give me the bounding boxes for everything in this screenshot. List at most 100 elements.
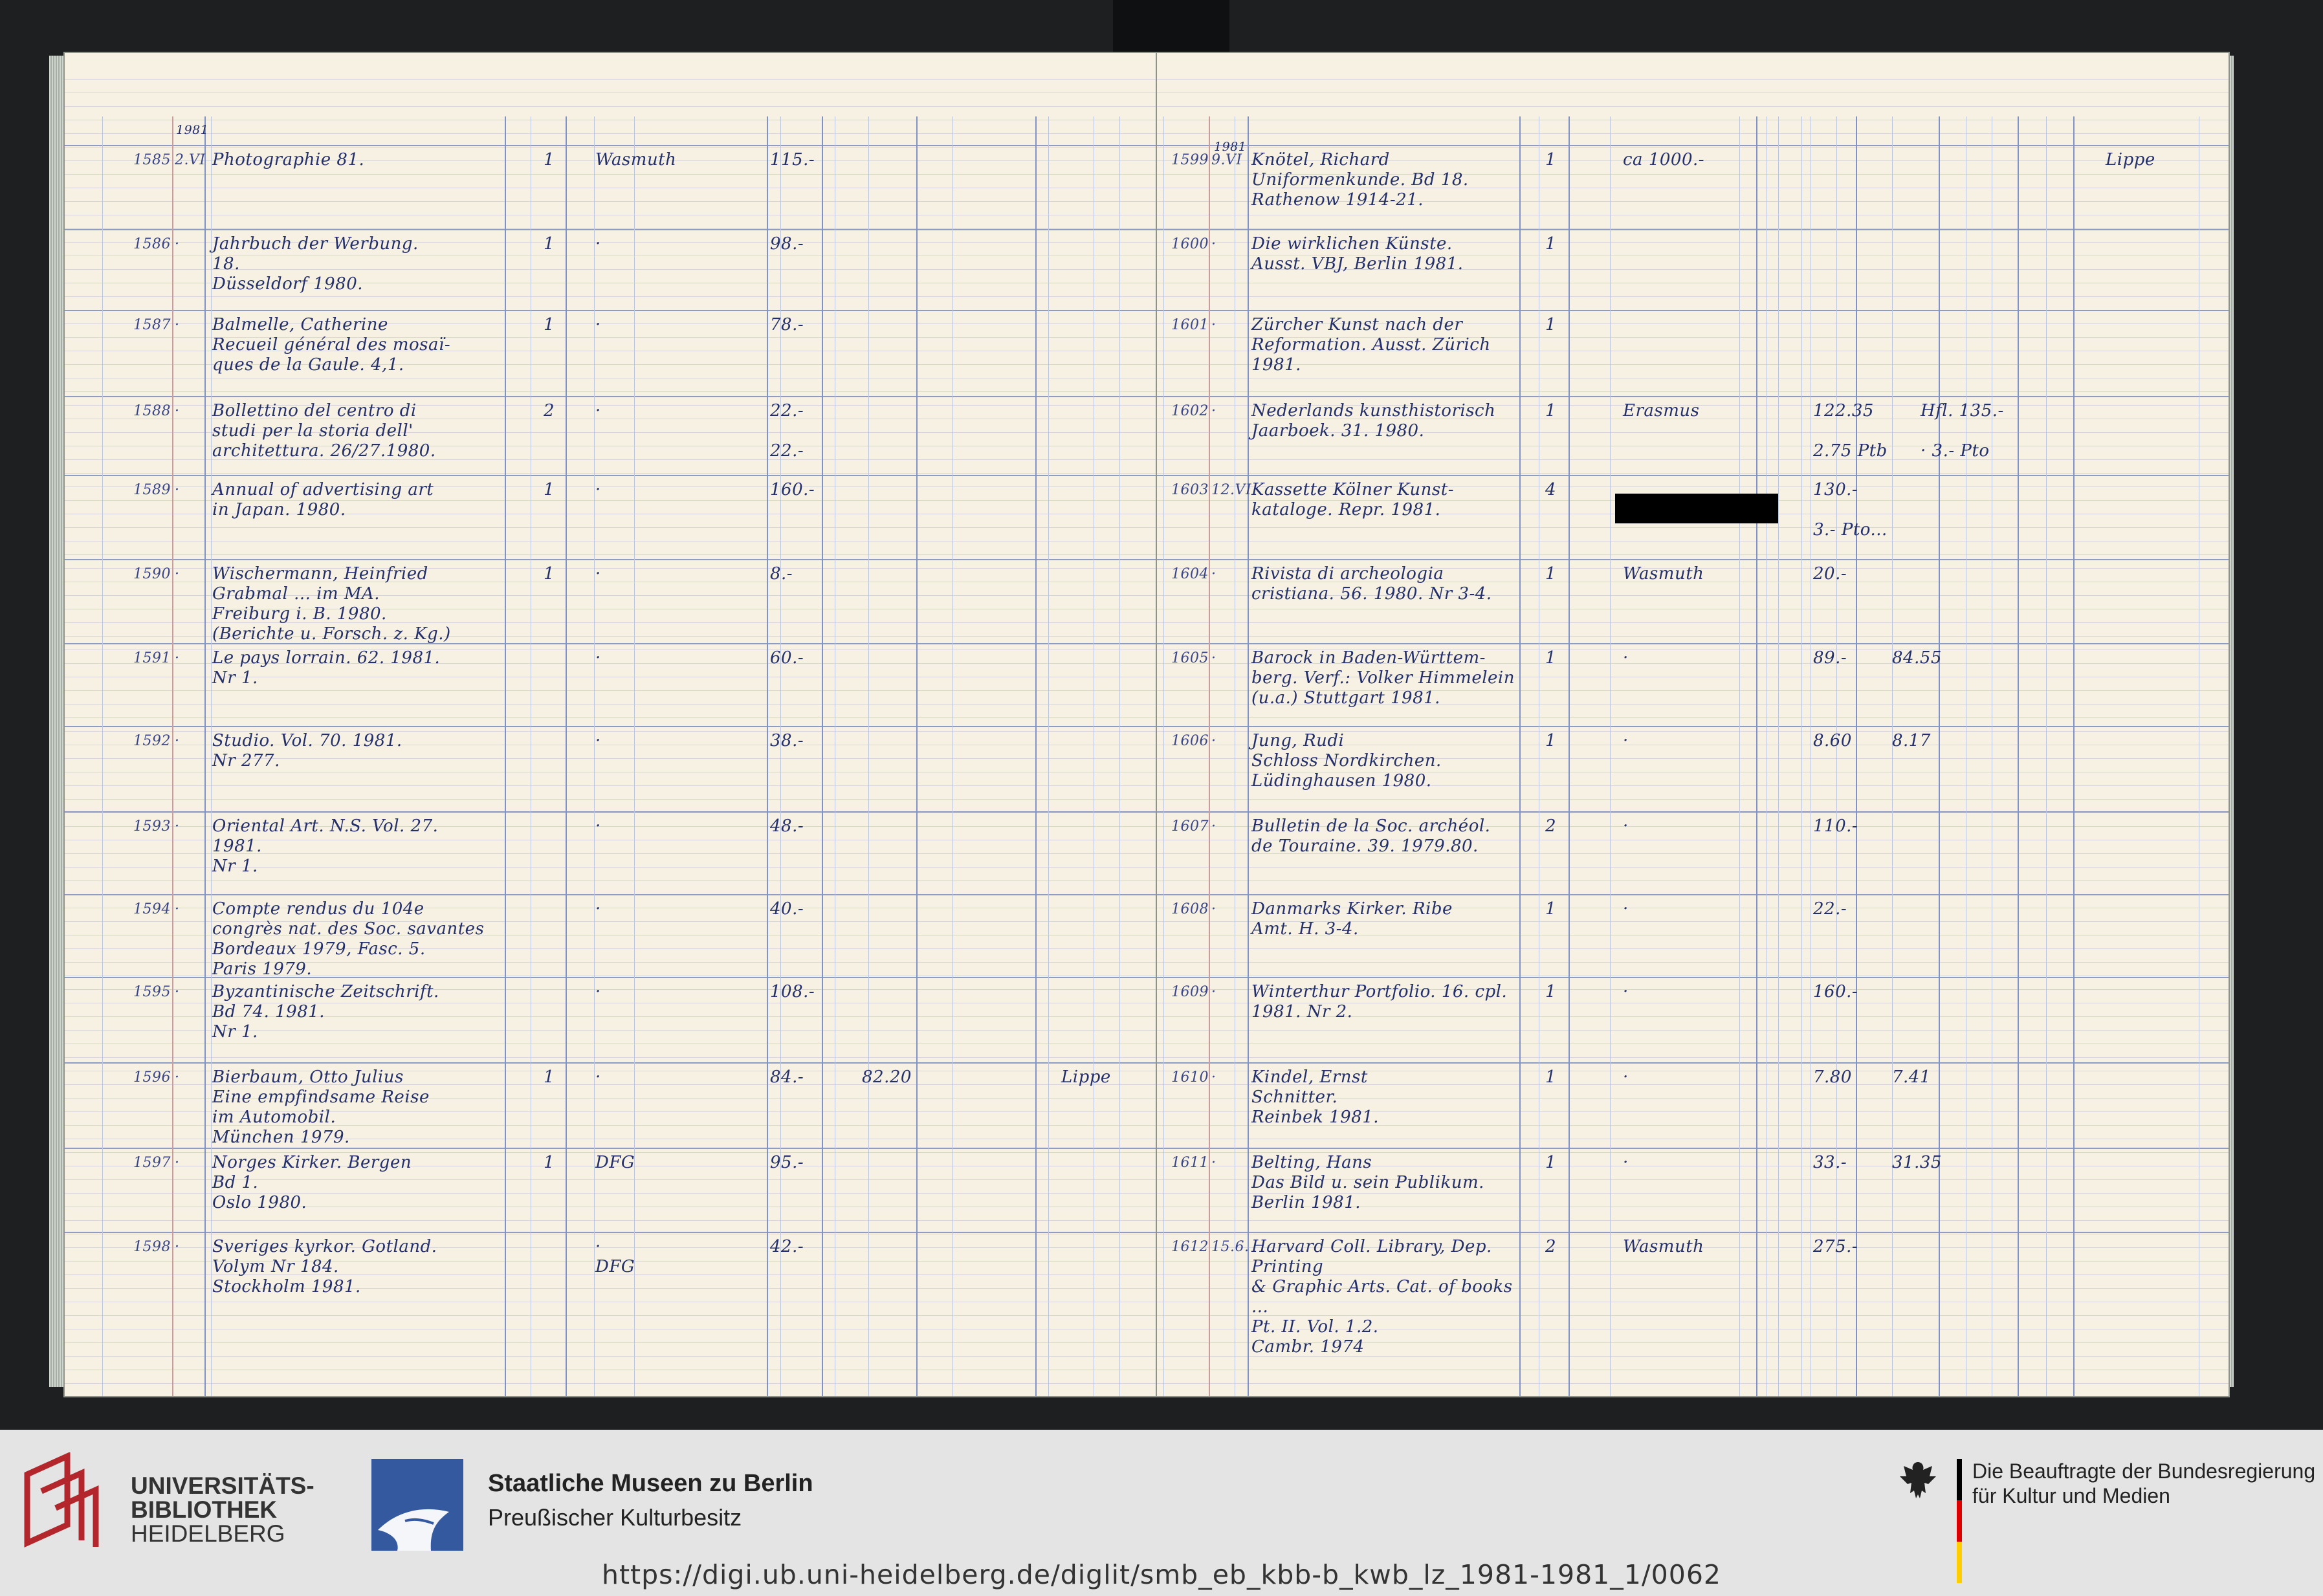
ruled-line xyxy=(1157,473,2229,474)
entry-no: 1601 xyxy=(1171,317,1209,333)
entry-price: 108.- xyxy=(770,982,815,1001)
entry-qty: 1 xyxy=(1545,315,1557,334)
entry-date: · xyxy=(1211,1155,1217,1171)
year-header: 1981 xyxy=(176,123,209,137)
column-rule xyxy=(868,116,869,1396)
ruled-line xyxy=(1157,1220,2229,1221)
entry-separator xyxy=(65,1062,1156,1064)
entry-separator xyxy=(1157,1232,2229,1233)
entry-date: · xyxy=(175,650,180,666)
entry-text: Winterthur Portfolio. 16. cpl. 1981. Nr … xyxy=(1251,982,1508,1022)
entry-text: Jung, Rudi Schloss Nordkirchen. Lüdingha… xyxy=(1251,731,1442,791)
entry-text: Byzantinische Zeitschrift. Bd 74. 1981. … xyxy=(212,982,439,1042)
entry-no: 1593 xyxy=(133,818,171,835)
entry-qty: 1 xyxy=(1545,899,1557,919)
entry-date: · xyxy=(175,1239,180,1255)
entry-date: · xyxy=(175,733,180,749)
ruled-line xyxy=(65,296,1156,297)
entry-price: 115.- xyxy=(770,150,815,169)
entry-date: 9.VI xyxy=(1211,152,1242,168)
entry-text: Sveriges kyrkor. Gotland. Volym Nr 184. … xyxy=(212,1237,437,1296)
entry-price: 48.- xyxy=(770,816,804,836)
ruled-line xyxy=(65,174,1156,175)
ruled-line xyxy=(1157,147,2229,148)
smb-title: Staatliche Museen zu Berlin xyxy=(488,1470,813,1497)
entry-date: · xyxy=(1211,984,1217,1000)
entry-note: Hfl. 135.- · 3.- Pto xyxy=(1921,401,2004,461)
entry-text: Nederlands kunsthistorisch Jaarboek. 31.… xyxy=(1251,401,1496,441)
source-url[interactable]: https://digi.ub.uni-heidelberg.de/diglit… xyxy=(0,1559,2323,1590)
entry-dealer: Wasmuth xyxy=(1623,564,1704,584)
column-rule xyxy=(102,116,103,1396)
ruled-line xyxy=(1157,106,2229,107)
entry-no: 1596 xyxy=(133,1069,171,1086)
ub-line-1: UNIVERSITÄTS- xyxy=(131,1472,314,1499)
entry-text: Kindel, Ernst Schnitter. Reinbek 1981. xyxy=(1251,1067,1380,1127)
entry-text: Bierbaum, Otto Julius Eine empfindsame R… xyxy=(212,1067,430,1147)
ruled-line xyxy=(1157,880,2229,881)
ruled-line xyxy=(1157,622,2229,623)
ruled-line xyxy=(1157,799,2229,800)
smb-logo-icon xyxy=(371,1459,463,1551)
entry-dealer: · xyxy=(1623,1153,1629,1172)
entry-separator xyxy=(1157,310,2229,311)
column-rule xyxy=(1856,116,1857,1396)
entry-dealer: · xyxy=(595,982,601,1001)
entry-date: · xyxy=(1211,317,1217,333)
entry-date: · xyxy=(1211,901,1217,917)
entry-no: 1607 xyxy=(1171,818,1209,835)
entry-separator xyxy=(1157,726,2229,727)
entry-qty: 1 xyxy=(544,564,555,584)
entry-date: 12.VI xyxy=(1211,482,1252,498)
ruled-line xyxy=(1157,636,2229,637)
ub-heidelberg-logo-icon xyxy=(24,1452,99,1547)
column-rule xyxy=(1163,116,1164,1396)
entry-dealer: · xyxy=(1623,1067,1629,1087)
entry-separator xyxy=(65,396,1156,397)
entry-price: 95.- xyxy=(770,1153,804,1172)
entry-price: 110.- xyxy=(1813,816,1858,836)
entry-price: 98.- xyxy=(770,234,804,254)
entry-price: 22.- xyxy=(1813,899,1847,919)
entry-price: 89.- xyxy=(1813,648,1847,668)
entry-no: 1609 xyxy=(1171,984,1209,1000)
entry-qty: 1 xyxy=(1545,234,1557,254)
entry-text: Le pays lorrain. 62. 1981. Nr 1. xyxy=(212,648,441,688)
entry-no: 1612 xyxy=(1171,1239,1209,1255)
ruled-line xyxy=(65,201,1156,202)
entry-separator xyxy=(1157,894,2229,895)
entry-net: 84.55 xyxy=(1892,648,1942,668)
entry-no: 1598 xyxy=(133,1239,171,1255)
entry-text: Compte rendus du 104e congrès nat. des S… xyxy=(212,899,485,979)
ledger-right-page: 1981 1599 9.VI Knötel, Richard Uniformenku… xyxy=(1156,52,2230,1397)
ruled-line xyxy=(65,391,1156,392)
entry-date: · xyxy=(1211,650,1217,666)
entry-dealer: · xyxy=(595,564,601,584)
ruled-line xyxy=(65,1383,1156,1384)
entry-dealer: · xyxy=(595,480,601,499)
ruled-line xyxy=(65,1342,1156,1343)
ledger-left-page: 1981 1585 2.VI Photographie 81. 1 Wasmuth 115… xyxy=(63,52,1157,1397)
ruled-line xyxy=(1157,1030,2229,1031)
entry-price: 8.60 xyxy=(1813,731,1852,750)
entry-qty: 2 xyxy=(1545,816,1557,836)
entry-dealer: · xyxy=(1623,982,1629,1001)
entry-qty: 1 xyxy=(1545,1153,1557,1172)
entry-no: 1606 xyxy=(1171,733,1209,749)
entry-separator xyxy=(65,145,1156,146)
entry-dealer: · xyxy=(1623,816,1629,836)
entry-no: 1595 xyxy=(133,984,171,1000)
entry-date: · xyxy=(175,901,180,917)
entry-date: · xyxy=(1211,818,1217,835)
column-rule xyxy=(2073,116,2075,1396)
ruled-line xyxy=(65,473,1156,474)
footer-banner: UNIVERSITÄTS- BIBLIOTHEK HEIDELBERG Staa… xyxy=(0,1430,2323,1596)
entry-price: 7.80 xyxy=(1813,1067,1852,1087)
entry-no: 1588 xyxy=(133,403,171,419)
entry-date: · xyxy=(175,482,180,498)
entry-no: 1602 xyxy=(1171,403,1209,419)
entry-text: Belting, Hans Das Bild u. sein Publikum.… xyxy=(1251,1153,1484,1212)
entry-date: · xyxy=(175,236,180,252)
entry-no: 1585 xyxy=(133,152,171,168)
entry-no: 1586 xyxy=(133,236,171,252)
